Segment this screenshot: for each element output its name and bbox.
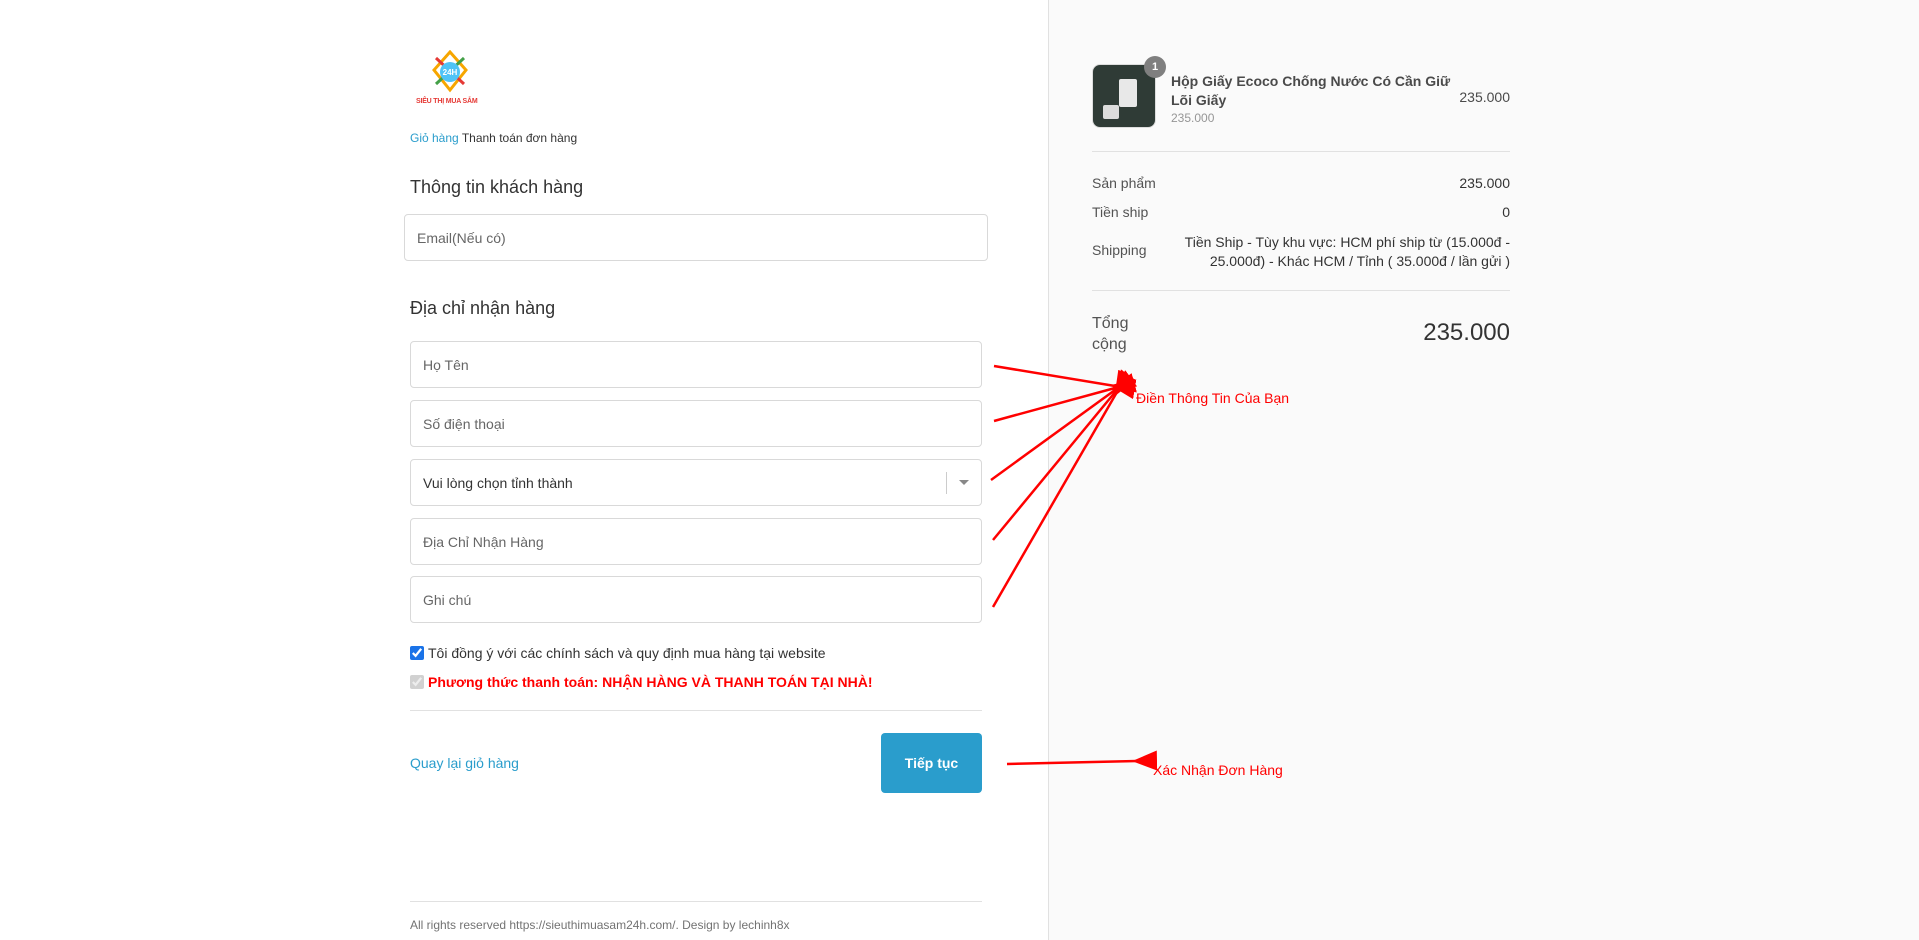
email-input[interactable]: [405, 215, 987, 260]
product-name: Hộp Giấy Ecoco Chống Nước Có Cần Giữ Lõi…: [1171, 73, 1451, 108]
quantity-badge: 1: [1144, 56, 1166, 78]
full-name-input[interactable]: [411, 342, 981, 387]
email-field[interactable]: [404, 214, 988, 261]
payment-method-checkbox: [410, 675, 424, 689]
breadcrumb: Giỏ hàng Thanh toán đơn hàng: [410, 131, 577, 145]
product-image-part: [1103, 105, 1119, 119]
subtotal-value: 235.000: [1459, 175, 1510, 191]
total-value: 235.000: [1423, 319, 1510, 346]
summary-divider: [1092, 151, 1510, 152]
annotation-fill-info: Điền Thông Tin Của Bạn: [1136, 390, 1290, 406]
payment-method-label: Phương thức thanh toán: NHẬN HÀNG VÀ THA…: [428, 674, 873, 690]
agree-policy-row[interactable]: Tôi đồng ý với các chính sách và quy địn…: [410, 645, 826, 661]
shipping-label: Shipping: [1092, 242, 1147, 258]
product-line-price: 235.000: [1459, 89, 1510, 105]
summary-divider: [1092, 290, 1510, 291]
order-summary-panel: [1048, 0, 1919, 940]
back-to-cart-link[interactable]: Quay lại giỏ hàng: [410, 755, 519, 771]
product-unit-price: 235.000: [1171, 111, 1215, 125]
province-selected-value: Vui lòng chọn tỉnh thành: [423, 474, 573, 491]
address-input[interactable]: [411, 519, 981, 564]
footer-copyright: All rights reserved https://sieuthimuasa…: [410, 918, 790, 932]
phone-field[interactable]: [410, 400, 982, 447]
chevron-down-icon[interactable]: [947, 480, 981, 485]
customer-info-title: Thông tin khách hàng: [410, 177, 584, 197]
shipping-address-title: Địa chỉ nhận hàng: [410, 298, 556, 318]
annotation-confirm: Xác Nhận Đơn Hàng: [1153, 762, 1283, 778]
full-name-field[interactable]: [410, 341, 982, 388]
site-logo[interactable]: 24H SIÊU THỊ MUA SẮM: [414, 49, 486, 112]
footer-divider: [410, 901, 982, 902]
note-input[interactable]: [411, 577, 981, 622]
breadcrumb-current: Thanh toán đơn hàng: [461, 131, 578, 145]
total-label: Tổng cộng: [1092, 315, 1129, 353]
svg-text:24H: 24H: [443, 68, 458, 77]
province-select[interactable]: Vui lòng chọn tỉnh thành: [410, 459, 982, 506]
divider: [410, 710, 982, 711]
ship-fee-value: 0: [1502, 204, 1510, 220]
payment-method-row: Phương thức thanh toán: NHẬN HÀNG VÀ THA…: [410, 674, 873, 690]
product-image-part: [1119, 79, 1137, 107]
shipping-value: Tiền Ship - Tùy khu vực: HCM phí ship từ…: [1184, 234, 1510, 269]
logo-icon: 24H: [432, 49, 468, 93]
subtotal-label: Sản phẩm: [1092, 175, 1156, 191]
logo-text: SIÊU THỊ MUA SẮM: [416, 98, 478, 105]
ship-fee-label: Tiền ship: [1092, 204, 1149, 220]
address-field[interactable]: [410, 518, 982, 565]
agree-policy-checkbox[interactable]: [410, 646, 424, 660]
continue-button[interactable]: Tiếp tục: [881, 733, 982, 793]
phone-input[interactable]: [411, 401, 981, 446]
breadcrumb-cart-link[interactable]: Giỏ hàng: [410, 131, 459, 145]
agree-policy-label: Tôi đồng ý với các chính sách và quy địn…: [428, 645, 826, 661]
note-field[interactable]: [410, 576, 982, 623]
